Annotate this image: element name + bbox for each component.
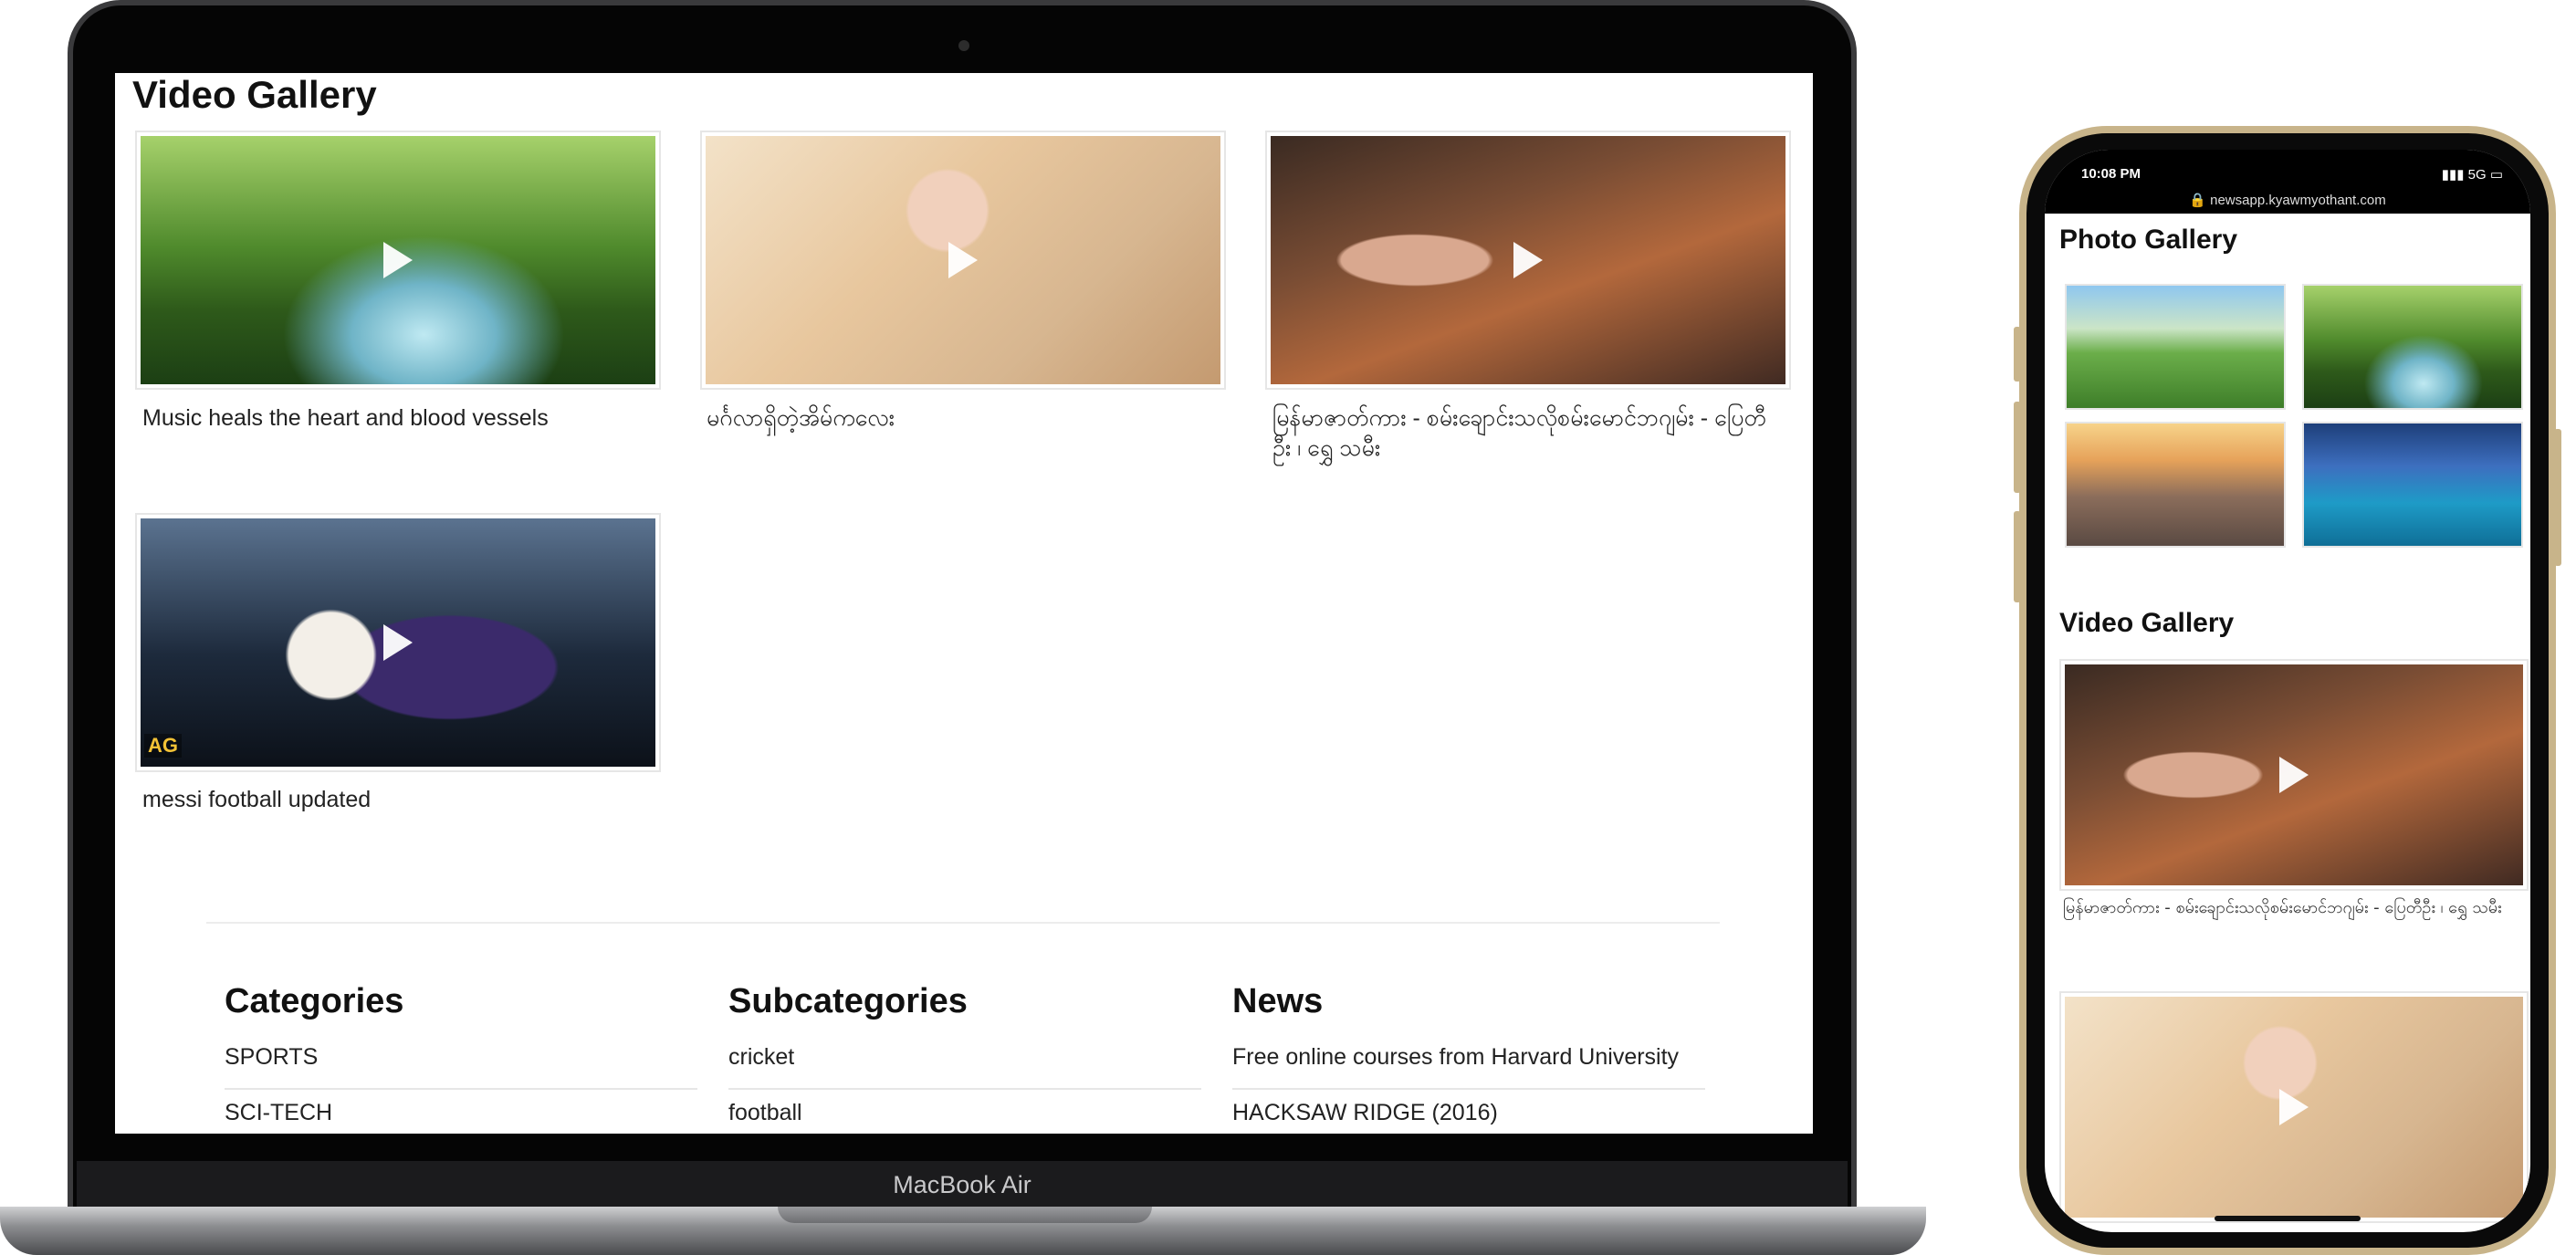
video-thumbnail[interactable]: AG — [141, 518, 655, 767]
video-card[interactable] — [2059, 659, 2529, 891]
phone-side-button — [2014, 402, 2021, 493]
play-icon[interactable] — [2279, 1089, 2309, 1125]
footer-rule — [1232, 1088, 1705, 1090]
video-card[interactable]: AG — [135, 513, 661, 772]
subcategories-title: Subcategories — [728, 982, 968, 1020]
play-icon[interactable] — [383, 242, 413, 278]
url-text: newsapp.kyawmyothant.com — [2210, 193, 2386, 208]
video-thumbnail[interactable] — [1271, 136, 1785, 384]
video-card[interactable] — [135, 131, 661, 390]
video-gallery-title: Video Gallery — [132, 73, 377, 116]
photo-thumbnail[interactable] — [2302, 284, 2523, 410]
ag-badge: AG — [144, 734, 182, 758]
footer-rule — [728, 1088, 1201, 1090]
video-caption[interactable]: မင်္ဂလာရှိတဲ့အိမ်ကလေး — [707, 403, 1218, 434]
photo-gallery-title: Photo Gallery — [2059, 225, 2238, 255]
home-indicator[interactable] — [2215, 1216, 2361, 1221]
news-link[interactable]: HACKSAW RIDGE (2016) — [1232, 1100, 1498, 1126]
video-thumbnail[interactable] — [2065, 997, 2523, 1218]
subcategory-link[interactable]: football — [728, 1100, 802, 1126]
video-thumbnail[interactable] — [141, 136, 655, 384]
video-caption[interactable]: မြန်မာဇာတ်ကား - စမ်းချောင်းသလိုစမ်းမောင်… — [2063, 896, 2519, 920]
subcategory-link[interactable]: cricket — [728, 1044, 794, 1071]
laptop-notch — [778, 1207, 1152, 1223]
video-caption[interactable]: Music heals the heart and blood vessels — [142, 403, 654, 434]
phone-side-button — [2014, 511, 2021, 602]
status-time: 10:08 PM — [2081, 166, 2141, 182]
phone-screen: 10:08 PM ▮▮▮ 5G ▭ 🔒 newsapp.kyawmyothant… — [2045, 150, 2530, 1232]
photo-thumbnail[interactable] — [2065, 284, 2286, 410]
laptop-brand-label: MacBook Air — [893, 1170, 1031, 1198]
video-gallery-title: Video Gallery — [2059, 608, 2235, 638]
video-card[interactable] — [1265, 131, 1791, 390]
play-icon[interactable] — [1513, 242, 1543, 278]
video-card[interactable] — [700, 131, 1226, 390]
laptop-chin: MacBook Air — [77, 1161, 1848, 1208]
category-link[interactable]: SPORTS — [225, 1044, 318, 1071]
footer-rule — [225, 1088, 697, 1090]
video-card[interactable] — [2059, 991, 2529, 1223]
categories-title: Categories — [225, 982, 404, 1020]
laptop-camera — [958, 40, 969, 51]
video-thumbnail[interactable] — [706, 136, 1220, 384]
signal-icon: ▮▮▮ — [2441, 167, 2468, 183]
network-label: 5G — [2467, 167, 2487, 183]
news-title: News — [1232, 982, 1324, 1020]
photo-thumbnail[interactable] — [2065, 422, 2286, 548]
news-link[interactable]: Free online courses from Harvard Univers… — [1232, 1044, 1679, 1071]
video-thumbnail[interactable] — [2065, 664, 2523, 885]
video-caption[interactable]: messi football updated — [142, 785, 654, 815]
address-bar[interactable]: 🔒 newsapp.kyawmyothant.com — [2045, 192, 2530, 208]
video-caption[interactable]: မြန်မာဇာတ်ကား - စမ်းချောင်းသလိုစမ်းမောင်… — [1272, 403, 1784, 464]
play-icon[interactable] — [383, 624, 413, 661]
battery-icon: ▭ — [2486, 167, 2503, 183]
play-icon[interactable] — [2279, 757, 2309, 793]
play-icon[interactable] — [948, 242, 978, 278]
phone-notch — [2174, 150, 2408, 186]
footer-divider — [206, 922, 1720, 924]
status-bar: 10:08 PM ▮▮▮ 5G ▭ 🔒 newsapp.kyawmyothant… — [2045, 150, 2530, 214]
category-link[interactable]: SCI-TECH — [225, 1100, 332, 1126]
lock-icon: 🔒 — [2189, 193, 2211, 208]
phone-side-button — [2014, 327, 2021, 382]
photo-thumbnail[interactable] — [2302, 422, 2523, 548]
phone-power-button — [2554, 429, 2561, 566]
signal-indicator: ▮▮▮ 5G ▭ — [2442, 166, 2503, 183]
laptop-screen: Video Gallery Music heals the heart and … — [115, 73, 1813, 1134]
